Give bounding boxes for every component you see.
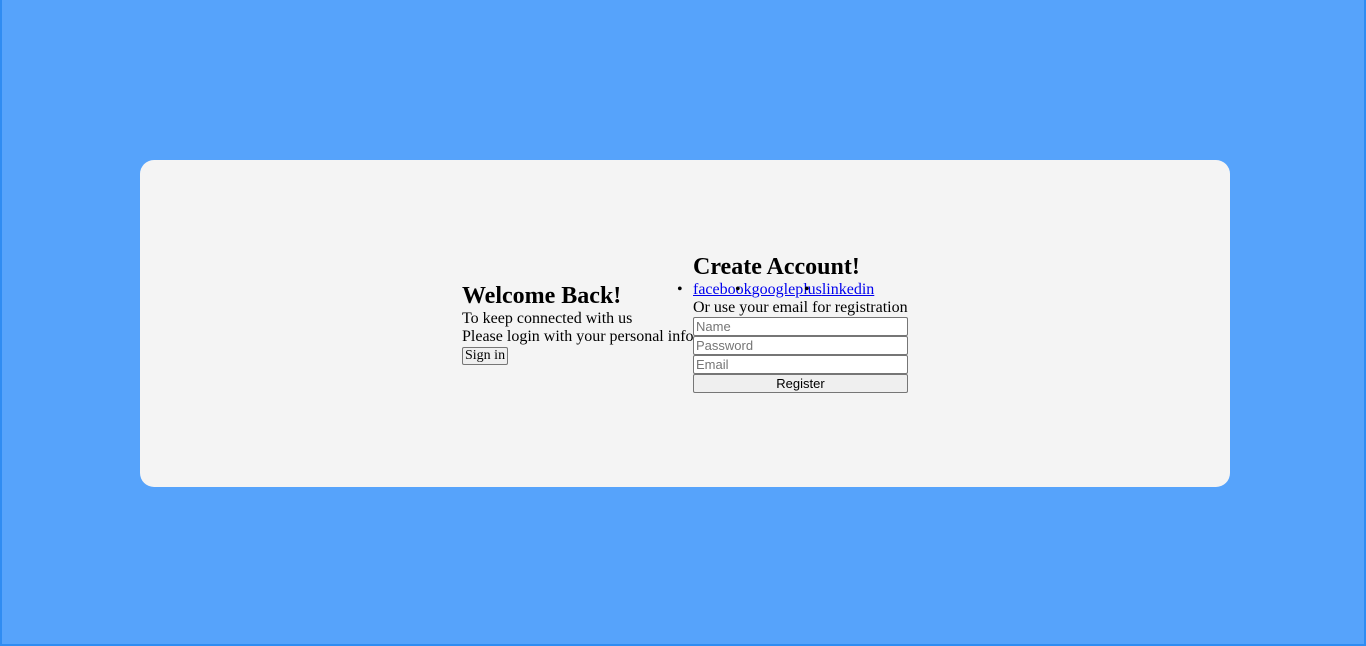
facebook-link[interactable]: facebook [693, 281, 752, 298]
welcome-title: Welcome Back! [462, 283, 622, 309]
welcome-line-2: Please login with your personal info [462, 328, 694, 345]
register-button[interactable]: Register [693, 374, 908, 393]
googleplus-link[interactable]: googleplus [752, 281, 822, 298]
welcome-line-1: To keep connected with us [462, 310, 633, 327]
list-bullet: • [677, 281, 683, 298]
registration-note: Or use your email for registration [693, 299, 908, 316]
list-bullet: • [735, 281, 741, 298]
linkedin-link[interactable]: linkedin [822, 281, 874, 298]
name-input[interactable] [693, 317, 908, 336]
social-links: • • • facebookgooglepluslinkedin [677, 281, 993, 299]
welcome-panel: Welcome Back! To keep connected with us … [462, 283, 702, 365]
register-panel: Create Account! • • • facebookgoogleplus… [677, 254, 993, 393]
page-background: { "overlay": { "title": "Welcome Back!",… [0, 0, 1366, 646]
list-bullet: • [804, 281, 810, 298]
password-input[interactable] [693, 336, 908, 355]
email-input[interactable] [693, 355, 908, 374]
register-title: Create Account! [693, 254, 860, 280]
sign-in-button[interactable]: Sign in [462, 347, 509, 365]
